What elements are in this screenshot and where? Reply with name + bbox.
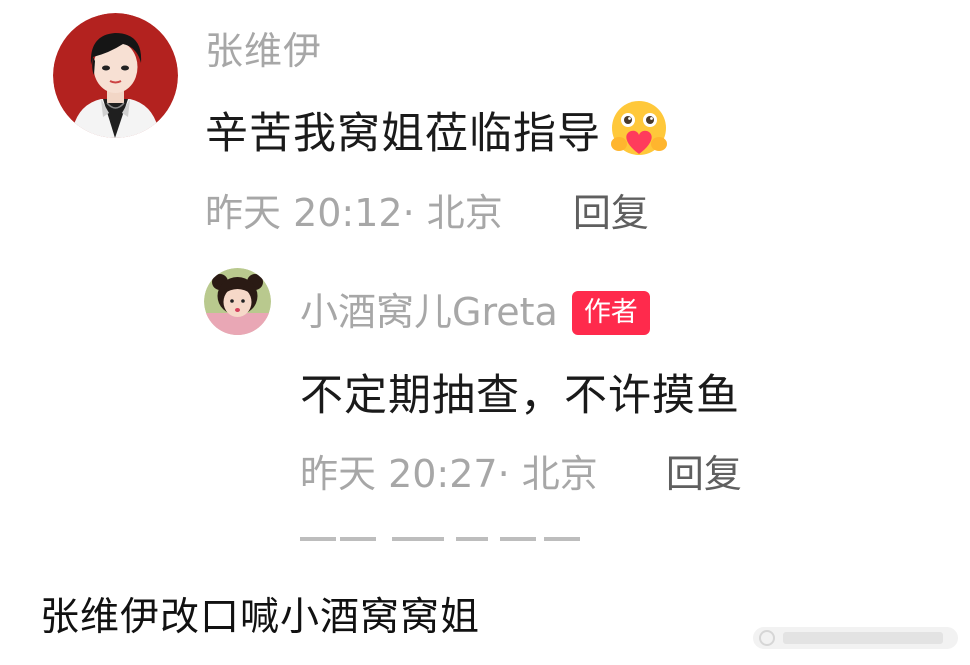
reply-time: 昨天 20:27· (300, 452, 510, 496)
reply-meta: 昨天 20:27· 北京 回复 (300, 443, 742, 498)
hugging-face-heart-icon (611, 101, 667, 155)
comment-text: 辛苦我窝姐莅临指导 (205, 98, 673, 161)
commenter-avatar[interactable] (53, 13, 178, 138)
reply-avatar[interactable] (204, 268, 271, 335)
watermark-logo (753, 627, 958, 649)
commenter-username[interactable]: 张维伊 (205, 20, 322, 75)
reply-reply-button[interactable]: 回复 (666, 452, 742, 496)
reply-location: 北京 (521, 452, 598, 496)
reply-username-row: 小酒窝儿Greta 作者 (300, 281, 650, 336)
post-caption: 张维伊改口喊小酒窝窝姐 (40, 595, 481, 640)
screenshot-page: 张维伊 辛苦我窝姐莅临指导 昨天 20:12· 北京 回复 小酒窝儿Greta … (0, 0, 970, 665)
comment-location: 北京 (426, 191, 503, 235)
reply-text: 不定期抽查，不许摸鱼 (300, 371, 740, 421)
comment-thread: 张维伊 辛苦我窝姐莅临指导 昨天 20:12· 北京 回复 小酒窝儿Greta … (0, 0, 970, 545)
comment-time: 昨天 20:12· (205, 191, 415, 235)
cut-off-text (300, 527, 600, 545)
reply-button[interactable]: 回复 (573, 191, 649, 235)
reply-username[interactable]: 小酒窝儿Greta (300, 290, 558, 334)
author-badge: 作者 (571, 291, 650, 335)
comment-body: 辛苦我窝姐莅临指导 (205, 109, 601, 159)
comment-meta: 昨天 20:12· 北京 回复 (205, 182, 649, 237)
